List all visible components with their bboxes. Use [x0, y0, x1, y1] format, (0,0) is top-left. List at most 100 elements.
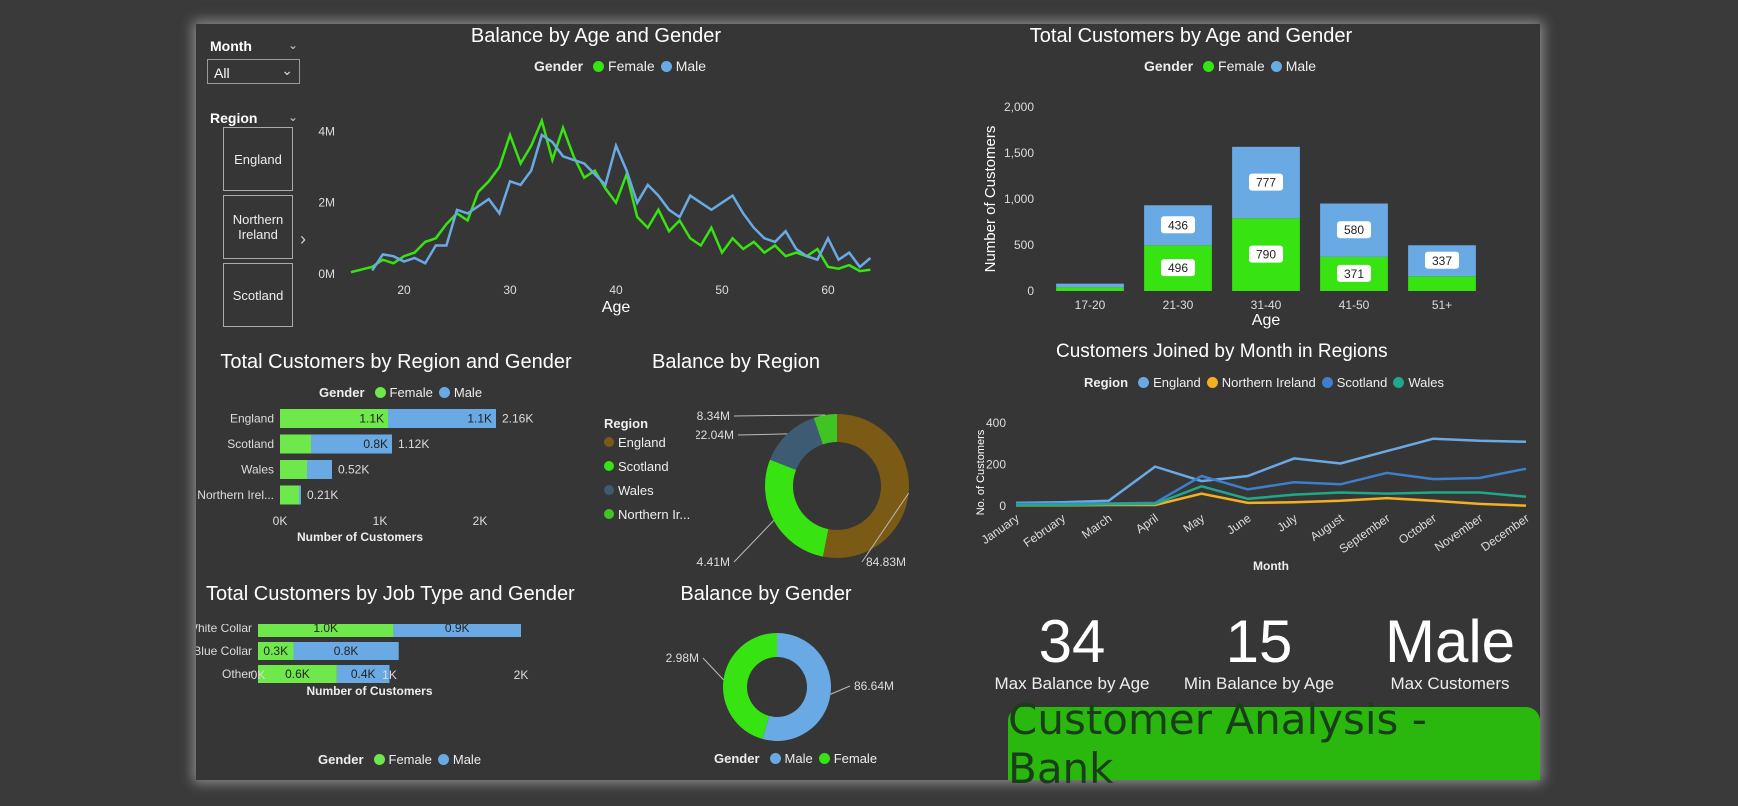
chart-title: Balance by Age and Gender — [470, 25, 722, 47]
x-tick-label: 1K — [382, 668, 397, 682]
legend-dot — [438, 387, 450, 398]
x-axis-label: Age — [602, 299, 631, 316]
chevron-down-icon[interactable]: ⌄ — [288, 38, 298, 52]
category-label: Scotland — [227, 437, 274, 451]
x-tick-label: 1K — [373, 514, 388, 528]
chart-legend: Region England Northern Ireland Scotland… — [1084, 375, 1450, 390]
legend-title: Gender — [318, 752, 364, 767]
x-tick-label: August — [1308, 511, 1347, 544]
legend-item: Scotland — [1336, 375, 1388, 390]
bar-female — [280, 460, 307, 479]
donut-slice-scotland — [765, 459, 829, 557]
legend-title: Gender — [319, 385, 365, 400]
legend-dot — [1203, 60, 1215, 72]
region-slicer-label: Region — [210, 110, 258, 126]
leader-line — [830, 685, 851, 695]
data-label: 0.8K — [334, 644, 359, 658]
chart-legend: Gender Female Male — [1144, 58, 1322, 74]
data-label: 0.9K — [445, 624, 470, 635]
x-tick-label: 20 — [397, 283, 411, 297]
region-button-england[interactable]: England — [223, 127, 293, 191]
legend-dot — [660, 60, 672, 72]
x-tick-label: July — [1274, 511, 1300, 535]
x-tick-label: February — [1021, 511, 1068, 550]
legend-dot — [1321, 377, 1333, 388]
legend-item: England — [618, 435, 666, 450]
legend-item: Male — [452, 752, 482, 767]
y-tick-label: 0 — [1027, 284, 1034, 298]
legend-item: Male — [453, 385, 483, 400]
slice-label: 84.83M — [866, 555, 906, 569]
x-tick-label: 31-40 — [1251, 298, 1282, 312]
report-canvas: Month ⌄ All ⌄ Region ⌄ England Northern … — [196, 24, 1540, 793]
bar-male — [307, 460, 332, 479]
y-tick-label: 1,500 — [1004, 146, 1034, 160]
region-button-label: England — [234, 151, 282, 167]
x-tick-label: December — [1478, 511, 1531, 554]
bar-female — [280, 434, 311, 454]
category-label: Blue Collar — [196, 644, 252, 658]
report-title: Customer Analysis - Bank — [1008, 694, 1427, 793]
data-label: 496 — [1168, 261, 1188, 275]
data-label: 777 — [1256, 176, 1276, 190]
x-tick-label: 41-50 — [1339, 298, 1370, 312]
x-axis-label: Age — [1252, 312, 1281, 329]
legend-item: Male — [784, 751, 813, 766]
legend-title: Gender — [714, 751, 760, 766]
y-tick-label: 2,000 — [1004, 100, 1034, 114]
legend-title: Gender — [534, 58, 584, 74]
chevron-right-icon[interactable]: › — [300, 229, 306, 250]
category-label: England — [230, 412, 274, 426]
x-tick-label: 2K — [514, 668, 529, 682]
slice-label: 44.41M — [696, 555, 730, 569]
y-axis-label: No. of Customers — [975, 429, 987, 515]
balance-gender-donut: 86.64M 72.98M — [666, 633, 894, 741]
legend-dot — [769, 753, 781, 764]
region-legend: Region England Scotland Wales Northern I… — [604, 416, 690, 522]
legend-item: Scotland — [618, 459, 669, 474]
region-button-northern-ireland[interactable]: Northern Ireland — [223, 195, 293, 259]
chart-title: Total Customers by Job Type and Gender — [206, 583, 575, 605]
x-tick-label: September — [1337, 511, 1393, 556]
legend-item: Wales — [1408, 375, 1444, 390]
x-tick-label: 0K — [251, 668, 266, 682]
legend-dot — [604, 509, 614, 519]
legend-dot — [373, 754, 385, 765]
x-tick-label: 17-20 — [1075, 298, 1106, 312]
legend-dot — [604, 437, 614, 447]
x-tick-label: 21-30 — [1163, 298, 1194, 312]
data-label: 0.3K — [263, 644, 288, 658]
legend-title: Region — [1084, 375, 1129, 390]
chart-title: Total Customers by Region and Gender — [220, 351, 572, 373]
kpi-label: Max Customers — [1390, 674, 1510, 693]
data-label: 371 — [1344, 267, 1364, 281]
legend-item: Female — [389, 385, 433, 400]
region-button-label: Scotland — [232, 287, 284, 303]
legend-dot — [1138, 377, 1150, 388]
category-label: Other — [222, 667, 252, 681]
chart-legend: Gender Female Male — [319, 385, 488, 400]
legend-dot — [604, 461, 614, 471]
chart-title: Total Customers by Age and Gender — [1029, 25, 1353, 47]
total-label: 0.21K — [307, 488, 338, 502]
month-dropdown[interactable]: All ⌄ — [207, 59, 300, 84]
y-tick-label: 0M — [318, 267, 335, 281]
chevron-down-icon[interactable]: ⌄ — [288, 110, 298, 124]
slice-label: 8.34M — [697, 409, 730, 423]
legend-dot — [374, 387, 386, 398]
customers-region-bar-chart: England 1.1K 1.1K 2.16K Scotland 0.8K 1.12K Wal… — [197, 409, 533, 544]
x-axis-label: Number of Customers — [297, 530, 423, 544]
region-button-scotland[interactable]: Scotland — [223, 263, 293, 327]
chart-legend: Gender Female Male — [318, 752, 487, 767]
report-title-banner: Customer Analysis - Bank — [1008, 695, 1540, 793]
category-label: Northern Irel... — [197, 488, 274, 502]
chart-legend: Gender Male Female — [714, 751, 883, 766]
kpi-value: Male — [1384, 608, 1516, 675]
leader-line — [733, 414, 826, 417]
y-tick-label: 0 — [999, 499, 1006, 513]
category-label: Wales — [241, 463, 274, 477]
leader-line — [702, 657, 724, 681]
donut-slice-wales — [770, 417, 823, 470]
x-tick-label: 50 — [715, 283, 729, 297]
x-tick-label: January — [979, 511, 1022, 547]
